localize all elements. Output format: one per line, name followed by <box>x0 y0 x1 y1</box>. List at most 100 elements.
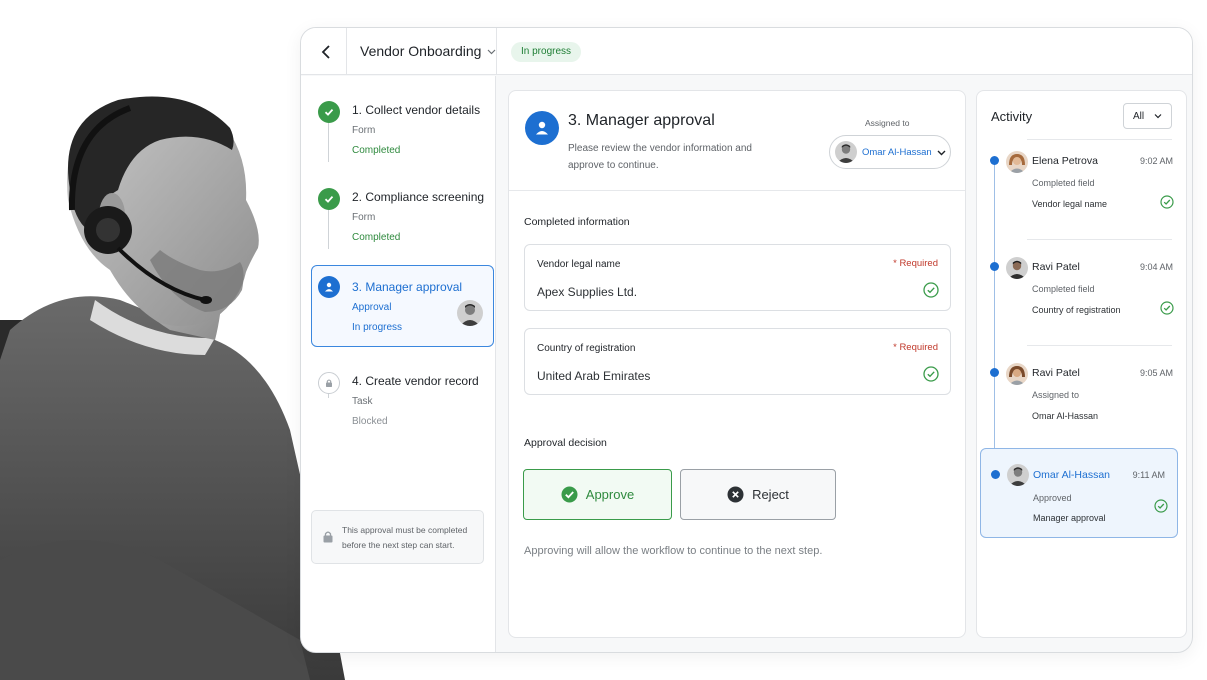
stage: Vendor Onboarding In progress 1. Collect… <box>0 0 1207 680</box>
activity-item[interactable]: Ravi Patel 9:05 AM Assigned to Omar Al-H… <box>977 363 1188 453</box>
divider <box>1027 139 1172 140</box>
step-type: Form <box>352 212 376 223</box>
reject-label: Reject <box>752 487 789 502</box>
activity-time: 9:11 AM <box>1132 470 1165 480</box>
step-type: Task <box>352 396 373 407</box>
filter-value: All <box>1133 110 1145 122</box>
divider <box>1027 239 1172 240</box>
check-icon <box>318 101 340 123</box>
activity-title: Activity <box>991 109 1033 124</box>
reject-button[interactable]: Reject <box>680 469 836 520</box>
step-type: Form <box>352 125 376 136</box>
avatar <box>457 300 483 326</box>
avatar <box>1006 257 1028 279</box>
step-rail: 1. Collect vendor details Form Completed… <box>301 76 496 652</box>
activity-user: Omar Al-Hassan <box>1033 469 1111 481</box>
field-value: Apex Supplies Ltd. <box>537 285 638 299</box>
field-label: Country of registration <box>537 343 636 354</box>
activity-time: 9:02 AM <box>1139 156 1173 166</box>
step-title: 1. Collect vendor details <box>352 103 481 117</box>
activity-detail: Vendor legal name <box>1032 199 1108 209</box>
workflow-title-dropdown[interactable]: Vendor Onboarding <box>360 43 496 59</box>
timeline-dot <box>990 156 999 165</box>
section-label: Approval decision <box>524 437 607 449</box>
app-window: Vendor Onboarding In progress 1. Collect… <box>300 27 1193 653</box>
section-label: Completed information <box>524 216 630 228</box>
divider <box>346 28 347 75</box>
step-title: 4. Create vendor record <box>352 374 479 388</box>
activity-action: Approved <box>1033 493 1072 503</box>
check-circle-icon <box>923 282 939 303</box>
status-badge: In progress <box>511 42 582 62</box>
activity-filter-dropdown[interactable]: All <box>1123 103 1172 129</box>
required-marker: * Required <box>893 258 938 269</box>
check-circle-icon <box>561 486 578 503</box>
timeline-dot <box>991 470 1000 479</box>
chevron-down-icon <box>1154 114 1162 119</box>
avatar <box>1006 151 1028 173</box>
activity-detail: Country of registration <box>1032 305 1121 315</box>
field-label: Vendor legal name <box>537 259 621 270</box>
vendor-legal-name-field[interactable]: Vendor legal name * Required Apex Suppli… <box>524 244 951 311</box>
check-icon <box>318 188 340 210</box>
workflow-title: Vendor Onboarding <box>360 43 482 59</box>
card-description: Please review the vendor information and… <box>568 143 752 171</box>
activity-user: Ravi Patel <box>1032 261 1080 273</box>
step-status: Completed <box>352 232 401 243</box>
activity-action: Completed field <box>1032 284 1095 294</box>
check-circle-icon <box>1154 499 1168 518</box>
check-circle-icon <box>1160 195 1174 214</box>
divider <box>1027 345 1172 346</box>
activity-item[interactable]: Elena Petrova 9:02 AM Completed field Ve… <box>977 151 1188 241</box>
help-text: Approving will allow the workflow to con… <box>524 545 823 557</box>
step-status: In progress <box>352 322 403 333</box>
activity-detail: Omar Al-Hassan <box>1032 411 1099 421</box>
step-manager-approval[interactable]: 3. Manager approval Approval In progress <box>311 265 494 347</box>
country-of-registration-field[interactable]: Country of registration * Required Unite… <box>524 328 951 395</box>
step-title: 3. Manager approval <box>352 280 463 294</box>
step-status: Completed <box>352 145 401 156</box>
top-bar: Vendor Onboarding In progress <box>301 28 1192 75</box>
lock-icon <box>322 530 334 548</box>
activity-item[interactable]: Ravi Patel 9:04 AM Completed field Count… <box>977 257 1188 347</box>
field-value: United Arab Emirates <box>537 369 651 383</box>
step-status: Blocked <box>352 416 388 427</box>
step-collect-vendor-details[interactable]: 1. Collect vendor details Form Completed <box>301 101 496 171</box>
activity-user: Elena Petrova <box>1032 155 1098 167</box>
activity-item-highlighted[interactable]: Omar Al-Hassan 9:11 AM Approved Manager … <box>980 448 1178 538</box>
assignee-dropdown[interactable]: Omar Al-Hassan <box>829 135 951 169</box>
activity-panel: Activity All Elena Petrova 9:02 AM Compl… <box>976 90 1187 638</box>
page-title: 3. Manager approval <box>568 112 715 129</box>
activity-time: 9:05 AM <box>1139 368 1173 378</box>
step-create-vendor-record[interactable]: 4. Create vendor record Task Blocked <box>301 372 496 442</box>
lock-icon <box>318 372 340 394</box>
assigned-label: Assigned to <box>865 118 910 128</box>
approve-button[interactable]: Approve <box>523 469 672 520</box>
note-text: This approval must be completed before t… <box>342 525 468 550</box>
avatar <box>1007 464 1029 486</box>
activity-action: Completed field <box>1032 178 1095 188</box>
check-circle-icon <box>923 366 939 387</box>
step-title: 2. Compliance screening <box>352 190 485 204</box>
activity-user: Ravi Patel <box>1032 367 1080 379</box>
avatar <box>835 141 857 163</box>
card-header: 3. Manager approval Please review the ve… <box>509 91 965 191</box>
approve-label: Approve <box>585 487 635 502</box>
x-circle-icon <box>727 486 744 503</box>
step-type: Approval <box>352 302 392 313</box>
avatar <box>1006 363 1028 385</box>
timeline-dot <box>990 368 999 377</box>
step-compliance-screening[interactable]: 2. Compliance screening Form Completed <box>301 188 496 258</box>
required-marker: * Required <box>893 342 938 353</box>
assignee-name: Omar Al-Hassan <box>862 146 932 158</box>
activity-action: Assigned to <box>1032 390 1080 400</box>
divider <box>496 28 497 75</box>
timeline-dot <box>990 262 999 271</box>
user-icon <box>318 276 340 298</box>
activity-time: 9:04 AM <box>1139 262 1173 272</box>
check-circle-icon <box>1160 301 1174 320</box>
approval-card: 3. Manager approval Please review the ve… <box>508 90 966 638</box>
back-icon[interactable] <box>315 40 339 64</box>
activity-detail: Manager approval <box>1033 513 1106 523</box>
user-icon <box>525 111 559 145</box>
